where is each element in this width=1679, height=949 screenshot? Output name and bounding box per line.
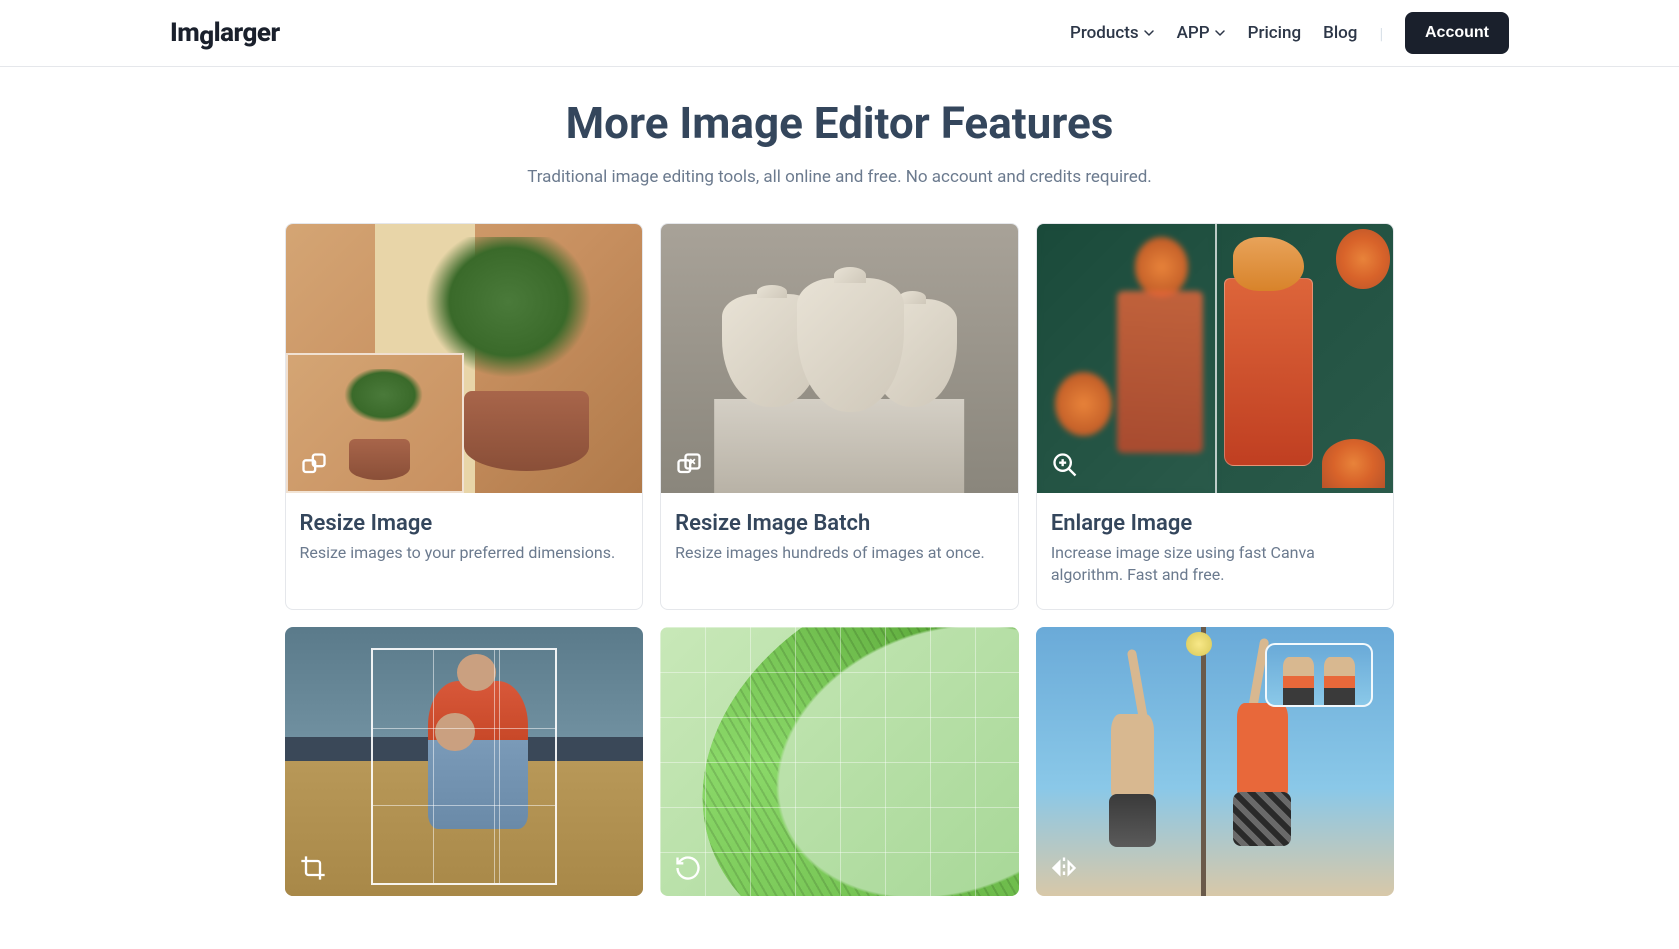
resize-batch-icon — [675, 451, 703, 479]
nav-products-label: Products — [1070, 23, 1139, 43]
feature-card-resize-image[interactable]: Resize Image Resize images to your prefe… — [285, 223, 644, 610]
feature-card-rotate[interactable] — [660, 627, 1019, 896]
card-title: Resize Image Batch — [675, 511, 1004, 536]
card-description: Resize images to your preferred dimensio… — [300, 542, 629, 564]
zoom-in-icon — [1051, 451, 1079, 479]
account-button[interactable]: Account — [1405, 12, 1509, 54]
feature-card-crop[interactable] — [285, 627, 644, 896]
nav-app[interactable]: APP — [1177, 23, 1226, 43]
card-thumbnail — [660, 627, 1019, 896]
card-body: Enlarge Image Increase image size using … — [1037, 493, 1394, 609]
nav-divider: | — [1379, 24, 1383, 43]
page-subtitle: Traditional image editing tools, all onl… — [0, 167, 1679, 187]
feature-card-flip[interactable] — [1036, 627, 1395, 896]
feature-card-resize-batch[interactable]: Resize Image Batch Resize images hundred… — [660, 223, 1019, 610]
card-thumbnail — [285, 627, 644, 896]
resize-icon — [300, 451, 328, 479]
rotate-icon — [674, 854, 702, 882]
chevron-down-icon — [1143, 27, 1155, 39]
card-body: Resize Image Batch Resize images hundred… — [661, 493, 1018, 593]
main-nav: Products APP Pricing Blog | Account — [1070, 12, 1509, 54]
nav-products[interactable]: Products — [1070, 23, 1155, 43]
picture-in-picture-preview — [1265, 643, 1373, 708]
card-title: Enlarge Image — [1051, 511, 1380, 536]
card-description: Resize images hundreds of images at once… — [675, 542, 1004, 564]
card-thumbnail — [286, 224, 643, 493]
card-body: Resize Image Resize images to your prefe… — [286, 493, 643, 593]
page-title: More Image Editor Features — [0, 97, 1679, 149]
flip-icon — [1050, 854, 1078, 882]
nav-app-label: APP — [1177, 23, 1210, 43]
nav-pricing[interactable]: Pricing — [1248, 23, 1302, 43]
card-thumbnail — [1037, 224, 1394, 493]
site-header: Imglarger Products APP Pricing Blog | Ac… — [0, 0, 1679, 67]
card-description: Increase image size using fast Canva alg… — [1051, 542, 1380, 587]
brand-logo[interactable]: Imglarger — [170, 18, 280, 48]
card-title: Resize Image — [300, 511, 629, 536]
features-grid: Resize Image Resize images to your prefe… — [285, 223, 1395, 896]
crop-icon — [299, 854, 327, 882]
feature-card-enlarge-image[interactable]: Enlarge Image Increase image size using … — [1036, 223, 1395, 610]
hero-section: More Image Editor Features Traditional i… — [0, 97, 1679, 187]
card-thumbnail — [1036, 627, 1395, 896]
card-thumbnail — [661, 224, 1018, 493]
nav-blog[interactable]: Blog — [1323, 23, 1357, 43]
chevron-down-icon — [1214, 27, 1226, 39]
